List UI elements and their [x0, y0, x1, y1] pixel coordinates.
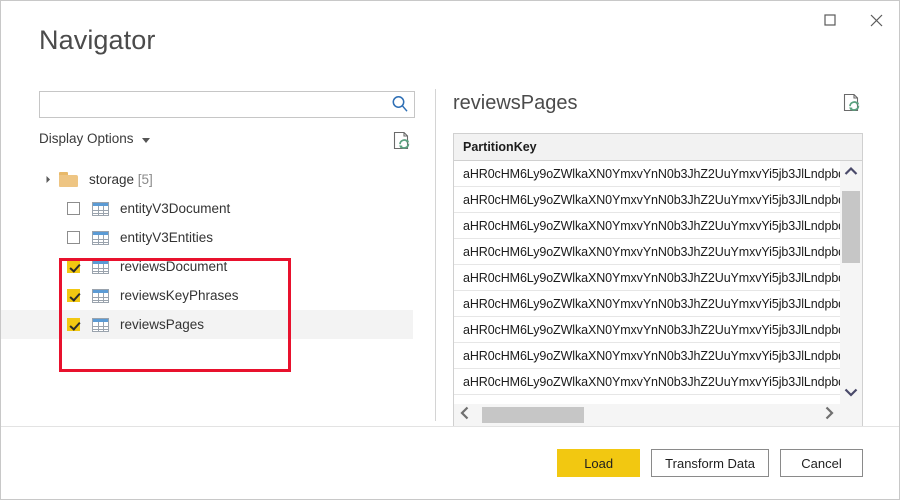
- table-icon: [92, 288, 109, 303]
- checkbox-reviewsDocument[interactable]: [67, 260, 80, 273]
- scroll-down-button[interactable]: [840, 382, 862, 404]
- refresh-document-icon-left[interactable]: [393, 131, 411, 151]
- tree-node-label: storage [5]: [89, 172, 153, 187]
- table-row[interactable]: aHR0cHM6Ly9oZWlkaXN0YmxvYnN0b3JhZ2UuYmxv…: [454, 291, 840, 317]
- dialog-footer: Load Transform Data Cancel: [1, 427, 899, 499]
- chevron-down-icon: [844, 384, 858, 402]
- cell-partitionkey: aHR0cHM6Ly9oZWlkaXN0YmxvYnN0b3JhZ2UuYmxv…: [463, 374, 840, 389]
- chevron-right-icon: [824, 406, 834, 425]
- cell-partitionkey: aHR0cHM6Ly9oZWlkaXN0YmxvYnN0b3JhZ2UuYmxv…: [463, 244, 840, 259]
- window-controls: [807, 1, 899, 39]
- cell-partitionkey: aHR0cHM6Ly9oZWlkaXN0YmxvYnN0b3JhZ2UuYmxv…: [463, 270, 840, 285]
- close-button[interactable]: [853, 2, 899, 38]
- tree-item-label: reviewsKeyPhrases: [120, 288, 239, 303]
- tree-item-label: reviewsPages: [120, 317, 205, 332]
- tree-item-reviewsPages[interactable]: reviewsPages: [1, 310, 413, 339]
- panel-divider: [435, 89, 436, 421]
- column-header-partitionkey[interactable]: PartitionKey: [454, 140, 537, 154]
- table-row[interactable]: aHR0cHM6Ly9oZWlkaXN0YmxvYnN0b3JhZ2UuYmxv…: [454, 265, 840, 291]
- close-icon: [870, 14, 883, 27]
- folder-icon: [59, 172, 78, 187]
- cell-partitionkey: aHR0cHM6Ly9oZWlkaXN0YmxvYnN0b3JhZ2UuYmxv…: [463, 192, 840, 207]
- chevron-down-icon: [141, 137, 150, 143]
- cell-partitionkey: aHR0cHM6Ly9oZWlkaXN0YmxvYnN0b3JhZ2UuYmxv…: [463, 218, 840, 233]
- chevron-left-icon: [460, 406, 470, 425]
- maximize-button[interactable]: [807, 2, 853, 38]
- scroll-left-button[interactable]: [454, 404, 476, 426]
- checkbox-entityV3Entities[interactable]: [67, 231, 80, 244]
- cell-partitionkey: aHR0cHM6Ly9oZWlkaXN0YmxvYnN0b3JhZ2UuYmxv…: [463, 322, 840, 337]
- tree-item-entityV3Entities[interactable]: entityV3Entities: [1, 223, 413, 252]
- collapse-triangle-icon[interactable]: [39, 175, 55, 184]
- vertical-scroll-thumb[interactable]: [842, 191, 860, 263]
- horizontal-scrollbar[interactable]: [454, 404, 840, 426]
- cell-partitionkey: aHR0cHM6Ly9oZWlkaXN0YmxvYnN0b3JhZ2UuYmxv…: [463, 348, 840, 363]
- source-tree: storage [5] entityV3Document entityV3Ent…: [1, 165, 413, 427]
- display-options-dropdown[interactable]: Display Options: [39, 131, 150, 146]
- load-button[interactable]: Load: [557, 449, 641, 477]
- navigator-dialog: Navigator Display Options storage [5] en…: [0, 0, 900, 500]
- scroll-right-button[interactable]: [818, 404, 840, 426]
- tree-item-reviewsDocument[interactable]: reviewsDocument: [1, 252, 413, 281]
- tree-item-label: entityV3Document: [120, 201, 231, 216]
- table-icon: [92, 230, 109, 245]
- tree-item-label: reviewsDocument: [120, 259, 228, 274]
- horizontal-scroll-thumb[interactable]: [482, 407, 584, 423]
- cell-partitionkey: aHR0cHM6Ly9oZWlkaXN0YmxvYnN0b3JhZ2UuYmxv…: [463, 296, 840, 311]
- checkbox-entityV3Document[interactable]: [67, 202, 80, 215]
- search-row: [39, 91, 415, 118]
- preview-grid: PartitionKey aHR0cHM6Ly9oZWlkaXN0YmxvYnN…: [453, 133, 863, 427]
- grid-body: aHR0cHM6Ly9oZWlkaXN0YmxvYnN0b3JhZ2UuYmxv…: [454, 161, 840, 404]
- table-row[interactable]: aHR0cHM6Ly9oZWlkaXN0YmxvYnN0b3JhZ2UuYmxv…: [454, 369, 840, 395]
- page-title: Navigator: [39, 25, 156, 55]
- table-row[interactable]: aHR0cHM6Ly9oZWlkaXN0YmxvYnN0b3JhZ2UuYmxv…: [454, 239, 840, 265]
- source-tree-panel: Display Options storage [5] entityV3Docu…: [1, 81, 435, 427]
- preview-panel: reviewsPages PartitionKey aHR0cHM6Ly9oZW…: [453, 81, 863, 427]
- tree-node-storage[interactable]: storage [5]: [1, 165, 413, 194]
- tree-node-count: [5]: [137, 172, 153, 187]
- tree-item-reviewsKeyPhrases[interactable]: reviewsKeyPhrases: [1, 281, 413, 310]
- table-icon: [92, 201, 109, 216]
- table-row[interactable]: aHR0cHM6Ly9oZWlkaXN0YmxvYnN0b3JhZ2UuYmxv…: [454, 161, 840, 187]
- checkbox-reviewsKeyPhrases[interactable]: [67, 289, 80, 302]
- table-row[interactable]: aHR0cHM6Ly9oZWlkaXN0YmxvYnN0b3JhZ2UuYmxv…: [454, 317, 840, 343]
- table-row[interactable]: aHR0cHM6Ly9oZWlkaXN0YmxvYnN0b3JhZ2UuYmxv…: [454, 187, 840, 213]
- grid-header-row: PartitionKey: [454, 134, 862, 161]
- maximize-icon: [824, 14, 836, 26]
- tree-item-entityV3Document[interactable]: entityV3Document: [1, 194, 413, 223]
- preview-title: reviewsPages: [453, 92, 578, 114]
- checkbox-reviewsPages[interactable]: [67, 318, 80, 331]
- table-icon: [92, 317, 109, 332]
- search-input[interactable]: [45, 92, 379, 117]
- table-row[interactable]: aHR0cHM6Ly9oZWlkaXN0YmxvYnN0b3JhZ2UuYmxv…: [454, 213, 840, 239]
- table-row[interactable]: aHR0cHM6Ly9oZWlkaXN0YmxvYnN0b3JhZ2UuYmxv…: [454, 343, 840, 369]
- chevron-up-icon: [844, 163, 858, 181]
- tree-item-label: entityV3Entities: [120, 230, 214, 245]
- cell-partitionkey: aHR0cHM6Ly9oZWlkaXN0YmxvYnN0b3JhZ2UuYmxv…: [463, 166, 840, 181]
- scroll-up-button[interactable]: [840, 161, 862, 183]
- cancel-button[interactable]: Cancel: [780, 449, 863, 477]
- display-options-label: Display Options: [39, 131, 134, 146]
- refresh-document-icon-right[interactable]: [843, 93, 861, 113]
- vertical-scrollbar[interactable]: [840, 161, 862, 404]
- search-icon[interactable]: [390, 94, 410, 114]
- scrollbar-corner: [840, 404, 862, 426]
- transform-data-button[interactable]: Transform Data: [651, 449, 769, 477]
- table-icon: [92, 259, 109, 274]
